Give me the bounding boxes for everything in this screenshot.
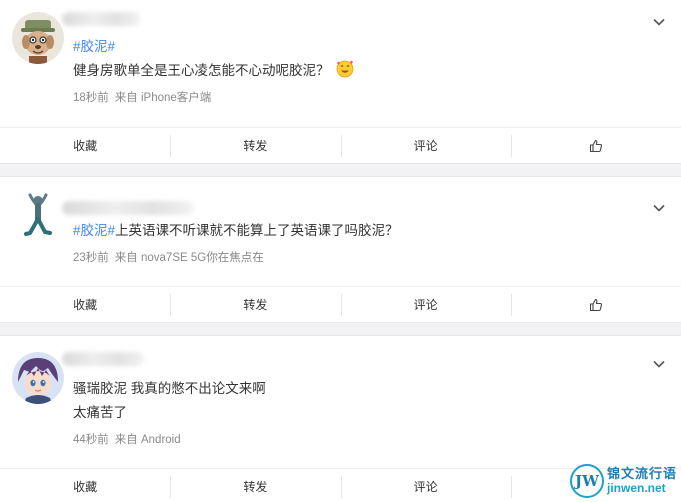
anime-boy-avatar-icon [12, 352, 64, 404]
post-time[interactable]: 23秒前 [73, 252, 109, 264]
post-text: 健身房歌单全是王心凌怎能不心动呢胶泥？ [73, 63, 330, 78]
topic-link[interactable]: #胶泥# [73, 223, 115, 238]
favorite-button[interactable]: 收藏 [0, 476, 170, 498]
like-button[interactable] [510, 134, 681, 157]
action-bar: 收藏 转发 评论 [0, 127, 681, 163]
chevron-down-icon[interactable] [651, 14, 667, 30]
stretching-person-avatar-icon [12, 189, 64, 241]
site-watermark: JW 锦文流行语 jinwen.net [569, 464, 677, 498]
favorite-button[interactable]: 收藏 [0, 294, 170, 316]
comment-button[interactable]: 评论 [340, 293, 511, 316]
post-content: #胶泥#上英语课不听课就不能算上了英语课了吗胶泥？ [73, 219, 641, 243]
post-source: 来自 nova7SE 5G你在焦点在 [114, 252, 264, 264]
post-time[interactable]: 18秒前 [73, 92, 109, 104]
jinwen-logo: JW [569, 464, 604, 498]
post-line: #胶泥#上英语课不听课就不能算上了英语课了吗胶泥？ [73, 219, 641, 243]
post-meta: 23秒前 来自 nova7SE 5G你在焦点在 [73, 249, 264, 265]
watermark-name-en: jinwen.net [606, 481, 666, 495]
username-blurred[interactable] [62, 12, 140, 26]
post-line: 健身房歌单全是王心凌怎能不心动呢胶泥？ [73, 59, 641, 83]
thumbs-up-icon [589, 299, 602, 312]
watermark-text: 锦文流行语 jinwen.net [607, 466, 677, 496]
repost-button[interactable]: 转发 [170, 134, 340, 157]
avatar[interactable] [12, 12, 64, 64]
comment-button[interactable]: 评论 [340, 475, 511, 498]
post-text: 上英语课不听课就不能算上了英语课了吗胶泥？ [115, 223, 399, 238]
repost-button[interactable]: 转发 [170, 475, 340, 498]
dog-avatar-icon [12, 12, 64, 64]
post-card-1: #胶泥# 健身房歌单全是王心凌怎能不心动呢胶泥？ 18秒前 来自 iPhone客户… [0, 0, 681, 164]
post-meta: 18秒前 来自 iPhone客户端 [73, 89, 211, 105]
post-time[interactable]: 44秒前 [73, 434, 109, 446]
favorite-button[interactable]: 收藏 [0, 135, 170, 157]
post-line: 骚瑞胶泥 我真的憋不出论文来啊 [73, 377, 641, 401]
repost-button[interactable]: 转发 [170, 293, 340, 316]
watermark-name-cn: 锦文流行语 [606, 466, 677, 481]
chevron-down-icon[interactable] [651, 356, 667, 372]
avatar[interactable] [12, 189, 64, 241]
post-content: #胶泥# 健身房歌单全是王心凌怎能不心动呢胶泥？ [73, 35, 641, 83]
like-button[interactable] [510, 293, 681, 316]
username-blurred[interactable] [62, 352, 144, 366]
smiling-face-with-hearts-emoji [336, 60, 354, 78]
post-text: 太痛苦了 [73, 405, 127, 420]
post-line: #胶泥# [73, 35, 641, 59]
topic-link[interactable]: #胶泥# [73, 39, 115, 54]
thumbs-up-icon [589, 140, 602, 153]
post-line: 太痛苦了 [73, 401, 641, 425]
avatar[interactable] [12, 352, 64, 404]
chevron-down-icon[interactable] [651, 200, 667, 216]
post-source: 来自 iPhone客户端 [114, 92, 212, 104]
action-bar: 收藏 转发 评论 [0, 286, 681, 322]
post-meta: 44秒前 来自 Android [73, 431, 181, 447]
post-content: 骚瑞胶泥 我真的憋不出论文来啊 太痛苦了 [73, 377, 641, 425]
post-text: 骚瑞胶泥 我真的憋不出论文来啊 [73, 381, 266, 396]
post-card-2: #胶泥#上英语课不听课就不能算上了英语课了吗胶泥？ 23秒前 来自 nova7SE… [0, 176, 681, 323]
comment-button[interactable]: 评论 [340, 134, 511, 157]
username-blurred[interactable] [62, 201, 194, 215]
post-source: 来自 Android [114, 434, 181, 446]
